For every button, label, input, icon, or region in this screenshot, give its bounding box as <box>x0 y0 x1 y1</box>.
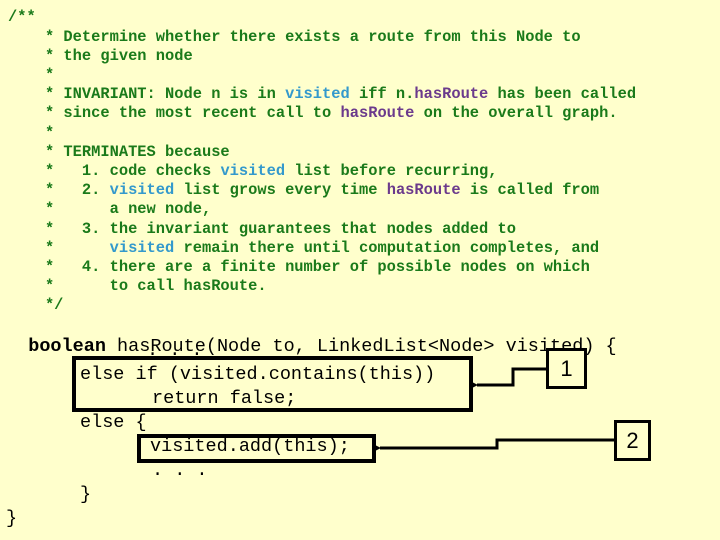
callout-arrows <box>373 367 615 452</box>
arrow-1 <box>470 367 546 389</box>
callout-label-1: 1 <box>546 348 587 389</box>
callout-label-2: 2 <box>614 420 651 461</box>
arrow-2 <box>373 438 615 452</box>
